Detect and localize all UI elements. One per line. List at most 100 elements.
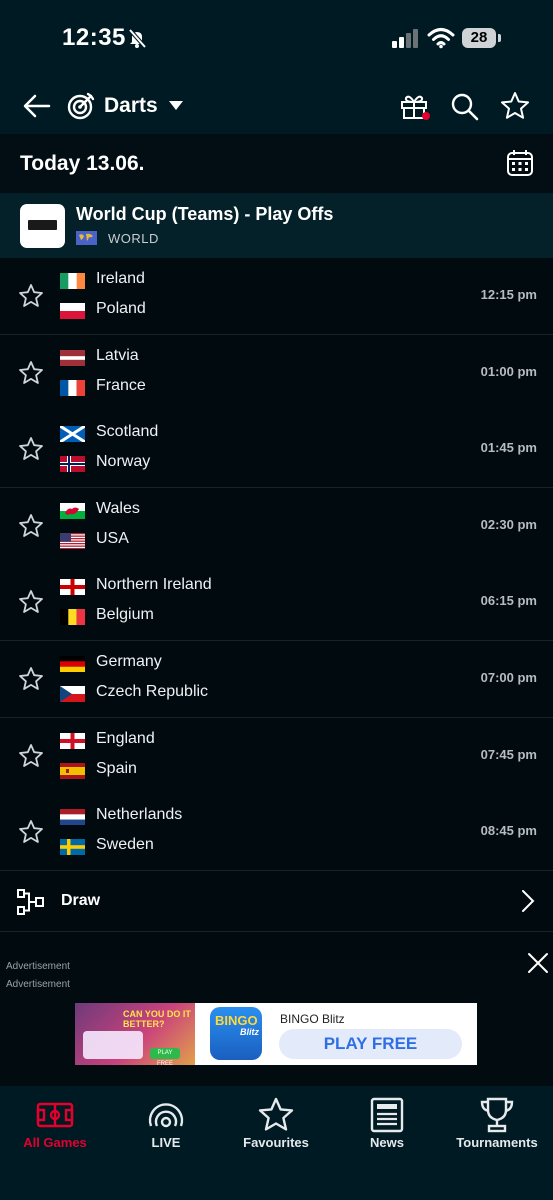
match-time: 01:45 pm [480, 440, 537, 456]
team-flag-icon [60, 349, 85, 366]
team-flag-icon [60, 686, 85, 702]
team-flag-icon [60, 732, 85, 749]
sport-selector-label[interactable]: Darts [104, 94, 158, 118]
nav-favourites[interactable]: Favourites [221, 1086, 331, 1156]
match-row[interactable]: Scotland Norway 01:45 pm [0, 411, 553, 489]
star-icon[interactable] [18, 819, 44, 845]
match-time: 02:30 pm [480, 516, 537, 532]
match-time: 12:15 pm [480, 287, 537, 302]
ad-label-bottom: Advertisement [6, 979, 70, 990]
world-flag-icon [76, 231, 97, 245]
match-row[interactable]: England Spain 07:45 pm [0, 717, 553, 795]
star-icon[interactable] [18, 513, 44, 539]
team-name: USA [96, 529, 129, 547]
star-icon[interactable] [500, 91, 530, 121]
star-icon[interactable] [18, 360, 44, 386]
advertisement-area: Advertisement Advertisement CAN YOU DO I… [0, 953, 553, 1086]
match-time: 01:00 pm [480, 363, 537, 379]
team-name: Wales [96, 499, 140, 517]
team-flag-icon [60, 379, 85, 396]
date-bar: Today 13.06. [0, 134, 553, 193]
team-name: Sweden [96, 836, 154, 854]
clock: 12:35 [62, 24, 126, 51]
match-time: 07:45 pm [480, 746, 537, 762]
app-header: Darts [0, 80, 553, 134]
team-flag-icon [60, 762, 85, 779]
team-name: Germany [96, 653, 162, 670]
ad-headline: CAN YOU DO IT BETTER? [123, 1009, 191, 1029]
nav-tournaments[interactable]: Tournaments [442, 1086, 552, 1156]
signal-icon [392, 29, 418, 48]
star-icon[interactable] [18, 283, 44, 309]
search-icon[interactable] [450, 92, 480, 122]
team-flag-icon [60, 532, 85, 549]
bottom-nav: All Games LIVE Favourites News Tournamen… [0, 1086, 553, 1200]
match-row[interactable]: Wales USA 02:30 pm [0, 487, 553, 565]
ad-mini-cta: PLAY FREE [150, 1048, 180, 1067]
star-icon[interactable] [18, 589, 44, 615]
bingo-card-graphic [83, 1031, 143, 1059]
team-name: Scotland [96, 423, 159, 441]
match-time: 06:15 pm [480, 593, 537, 609]
trophy-icon [480, 1097, 514, 1133]
match-row[interactable]: Germany Czech Republic 07:00 pm [0, 641, 553, 718]
battery-icon: 28 [462, 28, 496, 48]
match-time: 08:45 pm [480, 823, 537, 839]
live-broadcast-icon [148, 1103, 184, 1128]
match-row[interactable]: Netherlands Sweden 08:45 pm [0, 794, 553, 872]
dartboard-icon[interactable] [66, 91, 96, 121]
star-icon[interactable] [18, 743, 44, 769]
back-arrow-icon[interactable] [22, 92, 52, 120]
team-flag-icon [60, 839, 85, 856]
team-name: Netherlands [96, 806, 183, 824]
team-flag-icon [60, 656, 85, 672]
league-logo [20, 204, 65, 248]
team-flag-icon [60, 426, 85, 443]
team-name: France [96, 376, 146, 394]
star-icon[interactable] [18, 436, 44, 462]
team-name: Spain [96, 759, 137, 777]
close-icon[interactable] [527, 952, 549, 974]
nav-label: News [370, 1135, 404, 1150]
battery-cap [498, 34, 501, 42]
team-name: Poland [96, 300, 146, 317]
draw-row[interactable]: Draw [0, 871, 553, 932]
match-time: 07:00 pm [480, 670, 537, 685]
wifi-icon [427, 28, 455, 49]
notification-dot [422, 112, 430, 120]
team-flag-icon [60, 303, 85, 319]
ad-play-button[interactable]: PLAY FREE [279, 1029, 462, 1059]
nav-news[interactable]: News [332, 1086, 442, 1156]
nav-live[interactable]: LIVE [111, 1086, 221, 1156]
team-flag-icon [60, 609, 85, 626]
date-label: Today 13.06. [20, 152, 145, 175]
nav-all-games[interactable]: All Games [0, 1086, 110, 1156]
nav-label: Tournaments [456, 1135, 538, 1150]
bell-off-icon [128, 28, 147, 48]
chevron-down-icon[interactable] [168, 99, 184, 111]
nav-label: Favourites [243, 1135, 309, 1150]
calendar-icon[interactable] [505, 148, 535, 178]
ad-banner[interactable]: CAN YOU DO IT BETTER? PLAY FREE BINGO Bl… [75, 1003, 477, 1067]
status-bar: 12:35 28 [0, 0, 553, 80]
ad-banner-image: CAN YOU DO IT BETTER? PLAY FREE [75, 1003, 195, 1067]
team-name: Ireland [96, 270, 145, 287]
match-row[interactable]: Northern Ireland Belgium 06:15 pm [0, 564, 553, 642]
star-icon[interactable] [18, 666, 44, 692]
bracket-icon [17, 889, 44, 915]
match-row[interactable]: Ireland Poland 12:15 pm [0, 258, 553, 335]
match-row[interactable]: Latvia France 01:00 pm [0, 334, 553, 412]
team-name: England [96, 729, 155, 747]
draw-label: Draw [61, 892, 101, 909]
team-flag-icon [60, 502, 85, 519]
team-name: Norway [96, 453, 151, 471]
ad-brand: BINGO Blitz [280, 1012, 345, 1026]
league-header[interactable]: World Cup (Teams) - Play Offs WORLD [0, 193, 553, 258]
team-flag-icon [60, 579, 85, 596]
newspaper-icon [370, 1097, 404, 1133]
star-icon [258, 1097, 294, 1131]
league-title: World Cup (Teams) - Play Offs [76, 204, 334, 224]
bingo-app-icon: BINGO Blitz [210, 1007, 262, 1060]
team-flag-icon [60, 456, 85, 473]
nav-label: All Games [23, 1135, 87, 1150]
